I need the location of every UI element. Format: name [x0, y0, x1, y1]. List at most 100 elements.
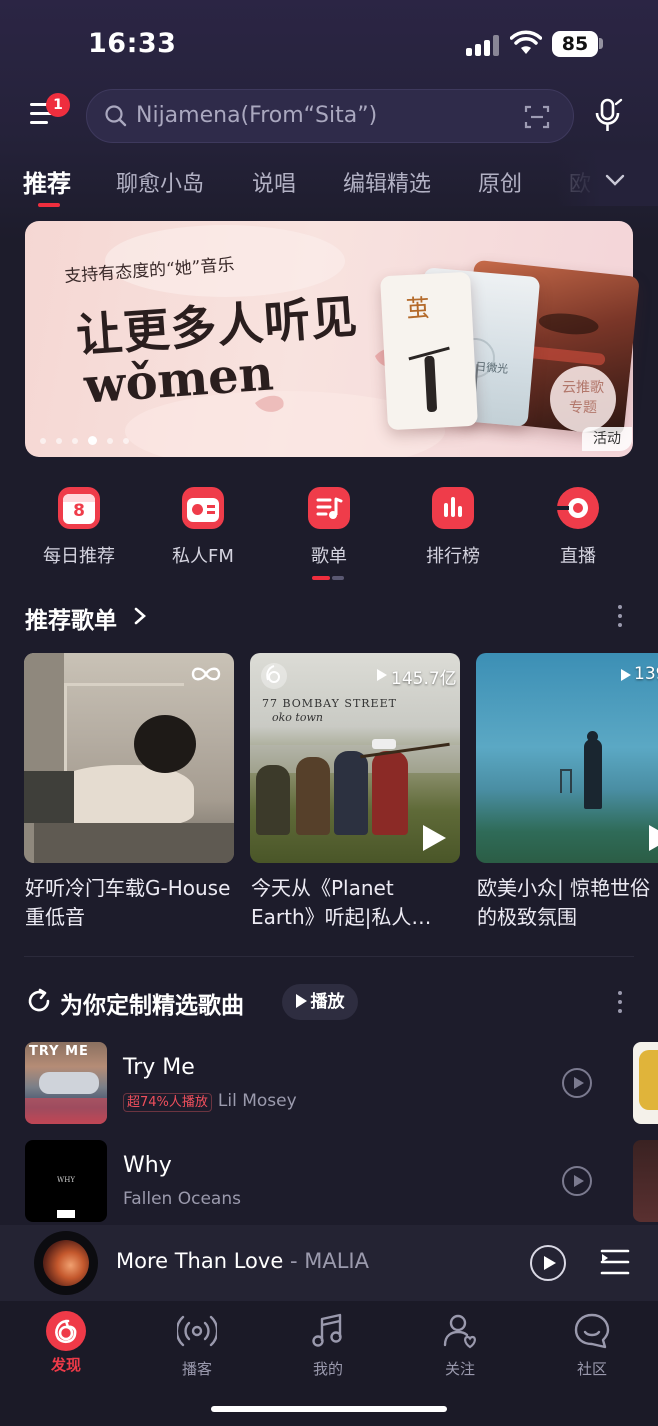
cocoon-card-text: 茧	[405, 293, 431, 324]
banner-pagination	[40, 436, 129, 445]
more-options-icon[interactable]	[617, 605, 623, 629]
playlist-entry[interactable]: 歌单	[284, 487, 374, 568]
chevron-down-icon[interactable]	[604, 172, 626, 188]
playlist-icon	[308, 487, 350, 529]
entries-page-indicator-inactive	[332, 576, 344, 580]
live-icon	[557, 487, 599, 529]
custom-songs-title: 为你定制精选歌曲	[60, 993, 244, 1019]
charts-entry[interactable]: 排行榜	[408, 487, 498, 568]
song-meta-1: 超74%人播放 Lil Mosey	[123, 1091, 297, 1112]
live-entry[interactable]: 直播	[533, 487, 623, 568]
daily-recommend-label: 每日推荐	[43, 546, 115, 567]
netease-badge-icon	[261, 663, 287, 689]
song-play-button-1[interactable]	[562, 1068, 592, 1098]
nav-follow[interactable]: 关注	[420, 1311, 500, 1379]
tab-recommend[interactable]: 推荐	[23, 164, 71, 199]
infinite-play-icon	[191, 667, 221, 681]
more-options-icon[interactable]	[617, 991, 623, 1015]
tab-original[interactable]: 原创	[478, 166, 522, 198]
nav-mine-label: 我的	[312, 1360, 343, 1378]
entries-page-indicator	[312, 576, 330, 580]
hot-play-tag: 超74%人播放	[123, 1093, 212, 1112]
play-all-label: 播放	[310, 992, 345, 1012]
play-all-icon	[295, 994, 307, 1008]
song-artist-2: Fallen Oceans	[123, 1189, 241, 1209]
now-playing-title: More Than Love	[116, 1249, 284, 1273]
tab-editor-picks[interactable]: 编辑精选	[343, 166, 431, 198]
playlist-label: 歌单	[311, 546, 347, 567]
nav-community[interactable]: 社区	[552, 1311, 632, 1379]
cellular-signal-icon	[466, 34, 500, 56]
banner-activity-tag: 活动	[582, 427, 632, 451]
playlist-cover-3[interactable]	[476, 653, 658, 863]
playlist-queue-icon[interactable]	[600, 1248, 630, 1276]
daily-recommend-entry[interactable]: 8 每日推荐	[34, 487, 124, 568]
playlist-play-count-2: 145.7亿	[391, 669, 457, 689]
song-title-1[interactable]: Try Me	[123, 1055, 195, 1080]
next-column-cover-2[interactable]	[633, 1140, 658, 1222]
play-icon[interactable]	[420, 823, 448, 853]
play-icon[interactable]	[646, 823, 658, 853]
song-cover-2[interactable]: WHY	[25, 1140, 107, 1222]
now-playing-separator: -	[283, 1249, 305, 1273]
status-time: 16:33	[88, 28, 177, 59]
calendar-day: 8	[73, 501, 85, 521]
nav-discover[interactable]: 发现	[26, 1311, 106, 1375]
song-artist-1: Lil Mosey	[217, 1091, 297, 1111]
playlist-name-1[interactable]: 好听冷门车载G-House重低音	[25, 874, 237, 932]
voice-search-mic-icon[interactable]	[594, 98, 624, 134]
play-all-button[interactable]: 播放	[282, 984, 358, 1020]
playlist-cover-1[interactable]	[24, 653, 234, 863]
song-cover-1[interactable]: TRY ME	[25, 1042, 107, 1124]
private-fm-entry[interactable]: 私人FM	[158, 487, 248, 568]
next-column-cover-1[interactable]	[633, 1042, 658, 1124]
now-playing-cover[interactable]	[43, 1240, 89, 1286]
netease-logo-icon	[46, 1311, 86, 1351]
chart-icon	[432, 487, 474, 529]
play-count-icon	[621, 669, 631, 681]
scan-icon[interactable]	[524, 104, 550, 130]
cover-album-name: oko town	[272, 711, 323, 724]
now-playing-info[interactable]: More Than Love - MALIA	[116, 1249, 369, 1273]
follow-user-icon	[443, 1314, 476, 1349]
mini-player-play-button[interactable]	[530, 1245, 566, 1281]
seal-line-2: 专题	[569, 400, 597, 416]
song-play-button-2[interactable]	[562, 1166, 592, 1196]
cover-band-name: 77 BOMBAY STREET	[262, 697, 397, 710]
tab-rap[interactable]: 说唱	[252, 166, 296, 198]
wifi-icon	[510, 30, 542, 54]
nav-follow-label: 关注	[444, 1360, 475, 1378]
song-title-2[interactable]: Why	[123, 1153, 172, 1178]
nav-community-label: 社区	[576, 1360, 607, 1378]
song-cover-2-text: WHY	[57, 1176, 75, 1184]
refresh-icon[interactable]	[26, 988, 52, 1014]
private-fm-label: 私人FM	[172, 546, 234, 567]
tab-active-indicator	[38, 203, 60, 207]
charts-label: 排行榜	[426, 546, 480, 567]
calendar-icon: 8	[58, 487, 100, 529]
topic-seal: 云推歌 专题	[550, 366, 616, 432]
nav-podcast[interactable]: 播客	[157, 1311, 237, 1379]
home-indicator	[211, 1406, 447, 1412]
search-icon	[105, 105, 127, 127]
live-label: 直播	[560, 546, 596, 567]
seal-line-1: 云推歌	[562, 380, 604, 396]
tab-healing-island[interactable]: 聊愈小岛	[116, 166, 204, 198]
search-placeholder: Nijamena(From“Sita”)	[136, 103, 378, 128]
community-icon	[574, 1313, 610, 1349]
playlist-name-3[interactable]: 欧美小众| 惊艳世俗的极致氛围	[477, 874, 658, 932]
podcast-icon	[175, 1315, 219, 1347]
now-playing-artist: MALIA	[304, 1249, 369, 1273]
battery-nub	[599, 38, 603, 49]
nav-mine[interactable]: 我的	[288, 1311, 368, 1379]
battery-indicator: 85	[552, 31, 598, 57]
chevron-right-icon[interactable]	[133, 606, 147, 626]
menu-notification-badge: 1	[46, 93, 70, 117]
nav-podcast-label: 播客	[181, 1360, 212, 1378]
playlist-name-2[interactable]: 今天从《Planet Earth》听起|私人…	[251, 874, 463, 932]
recommended-playlists-title[interactable]: 推荐歌单	[25, 601, 117, 635]
nav-discover-label: 发现	[50, 1356, 81, 1374]
playlist-play-count-3: 139	[634, 664, 658, 684]
song-cover-1-text: TRY ME	[29, 1044, 89, 1059]
radio-icon	[182, 487, 224, 529]
